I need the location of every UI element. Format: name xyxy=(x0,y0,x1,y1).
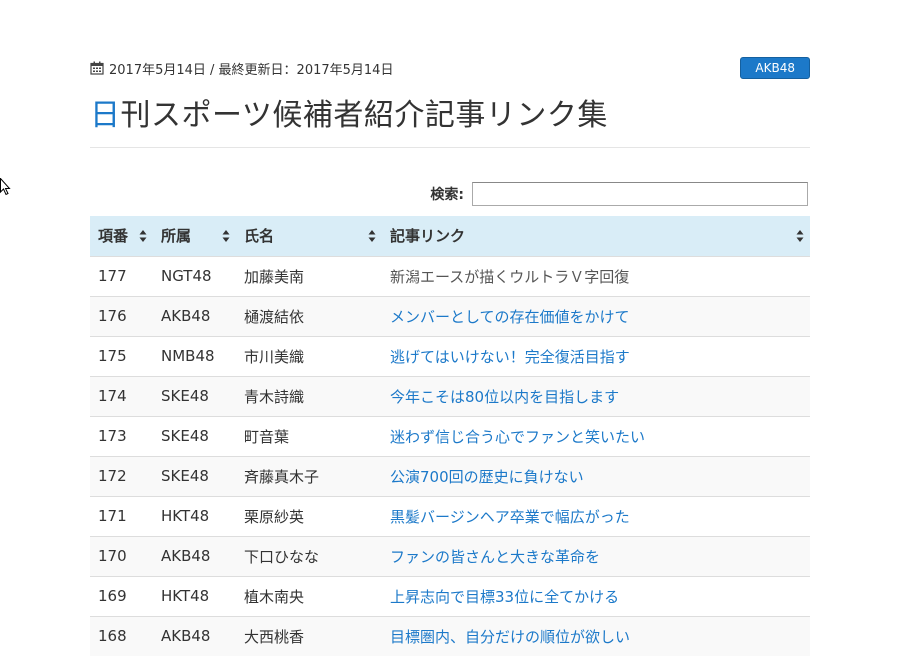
cell-no: 170 xyxy=(98,547,127,565)
article-link[interactable]: 今年こそは80位以内を目指します xyxy=(390,388,619,406)
table-row: 171 HKT48 栗原紗英 黒髪バージンヘア卒業で幅広がった xyxy=(90,496,810,536)
article-link[interactable]: 上昇志向で目標33位に全てかける xyxy=(390,588,619,606)
cell-name: 加藤美南 xyxy=(244,267,305,286)
category-tag-akb48[interactable]: AKB48 xyxy=(740,57,810,79)
article-link[interactable]: 新潟エースが描くウルトラＶ字回復 xyxy=(390,268,629,286)
table-row: 176 AKB48 樋渡結依 メンバーとしての存在価値をかけて xyxy=(90,296,810,336)
sort-icon xyxy=(222,230,230,242)
cell-no: 172 xyxy=(98,467,127,485)
article-link[interactable]: ファンの皆さんと大きな革命を xyxy=(390,548,600,566)
cell-no: 176 xyxy=(98,307,127,325)
table-row: 172 SKE48 斉藤真木子 公演700回の歴史に負けない xyxy=(90,456,810,496)
table-row: 173 SKE48 町音葉 迷わず信じ合う心でファンと笑いたい xyxy=(90,416,810,456)
cell-no: 173 xyxy=(98,427,127,445)
cell-link: 目標圏内、自分だけの順位が欲しい xyxy=(382,616,810,656)
cell-group: SKE48 xyxy=(161,387,209,405)
cell-name: 市川美織 xyxy=(244,347,305,366)
table-row: 169 HKT48 植木南央 上昇志向で目標33位に全てかける xyxy=(90,576,810,616)
page-title: 日刊スポーツ候補者紹介記事リンク集 xyxy=(90,90,608,134)
cell-link: 逃げてはいけない！完全復活目指す xyxy=(382,336,810,376)
cell-group: AKB48 xyxy=(161,547,211,565)
cell-name: 栗原紗英 xyxy=(244,507,305,526)
article-link[interactable]: 公演700回の歴史に負けない xyxy=(390,468,584,486)
cell-no: 169 xyxy=(98,587,127,605)
table-row: 168 AKB48 大西桃香 目標圏内、自分だけの順位が欲しい xyxy=(90,616,810,656)
table-row: 174 SKE48 青木詩織 今年こそは80位以内を目指します xyxy=(90,376,810,416)
cell-name: 青木詩織 xyxy=(244,387,305,406)
cell-group: HKT48 xyxy=(161,587,210,605)
post-meta-row: 2017年5月14日 / 最終更新日：2017年5月14日 AKB48 xyxy=(90,57,810,79)
column-header-no[interactable]: 項番 xyxy=(90,216,153,256)
article-link[interactable]: 黒髪バージンヘア卒業で幅広がった xyxy=(390,508,630,526)
sort-icon xyxy=(796,230,804,242)
title-divider xyxy=(90,147,810,148)
cell-name: 下口ひなな xyxy=(244,547,320,566)
table-row: 177 NGT48 加藤美南 新潟エースが描くウルトラＶ字回復 xyxy=(90,256,810,296)
cell-link: 公演700回の歴史に負けない xyxy=(382,456,810,496)
page-title-rest: 刊スポーツ候補者紹介記事リンク集 xyxy=(120,98,608,133)
cell-name: 斉藤真木子 xyxy=(244,467,320,486)
page-title-first-char: 日 xyxy=(90,98,121,133)
calendar-icon xyxy=(90,61,104,75)
cell-no: 177 xyxy=(98,267,127,285)
article-link[interactable]: メンバーとしての存在価値をかけて xyxy=(390,308,630,326)
post-date-text: 2017年5月14日 / 最終更新日：2017年5月14日 xyxy=(109,62,394,78)
cell-name: 大西桃香 xyxy=(244,627,305,646)
search-input[interactable] xyxy=(472,182,808,206)
column-header-link[interactable]: 記事リンク xyxy=(382,216,810,256)
article-link-table: 項番 所属 氏名 記事リンク 177 NGT48 加藤美南 新潟エースが描くウルトラＶ… xyxy=(90,216,810,656)
article-link[interactable]: 目標圏内、自分だけの順位が欲しい xyxy=(390,628,630,646)
post-date: 2017年5月14日 / 最終更新日：2017年5月14日 xyxy=(90,59,393,78)
cell-link: 迷わず信じ合う心でファンと笑いたい xyxy=(382,416,810,456)
search-label: 検索: xyxy=(430,187,464,203)
column-header-name[interactable]: 氏名 xyxy=(236,216,382,256)
sort-icon xyxy=(139,230,147,242)
cell-no: 174 xyxy=(98,387,127,405)
table-row: 170 AKB48 下口ひなな ファンの皆さんと大きな革命を xyxy=(90,536,810,576)
cell-group: AKB48 xyxy=(161,307,211,325)
cell-name: 町音葉 xyxy=(244,427,290,446)
cell-group: SKE48 xyxy=(161,467,209,485)
cell-group: NGT48 xyxy=(161,267,212,285)
column-header-group[interactable]: 所属 xyxy=(153,216,236,256)
table-row: 175 NMB48 市川美織 逃げてはいけない！完全復活目指す xyxy=(90,336,810,376)
cell-no: 171 xyxy=(98,507,127,525)
article-link[interactable]: 逃げてはいけない！完全復活目指す xyxy=(390,348,630,366)
cell-name: 植木南央 xyxy=(244,587,305,606)
cell-link: 黒髪バージンヘア卒業で幅広がった xyxy=(382,496,810,536)
cell-no: 175 xyxy=(98,347,127,365)
cell-link: メンバーとしての存在価値をかけて xyxy=(382,296,810,336)
table-header-row: 項番 所属 氏名 記事リンク xyxy=(90,216,810,256)
cell-no: 168 xyxy=(98,627,127,646)
article-link[interactable]: 迷わず信じ合う心でファンと笑いたい xyxy=(390,428,645,446)
cell-name: 樋渡結依 xyxy=(244,307,305,326)
cell-group: NMB48 xyxy=(161,347,215,365)
cell-link: ファンの皆さんと大きな革命を xyxy=(382,536,810,576)
cell-group: AKB48 xyxy=(161,627,211,646)
mouse-cursor-icon xyxy=(0,178,11,196)
cell-group: SKE48 xyxy=(161,427,209,445)
sort-icon xyxy=(368,230,376,242)
table-search: 検索: xyxy=(430,182,808,206)
cell-group: HKT48 xyxy=(161,507,210,525)
cell-link: 新潟エースが描くウルトラＶ字回復 xyxy=(382,256,810,296)
cell-link: 上昇志向で目標33位に全てかける xyxy=(382,576,810,616)
cell-link: 今年こそは80位以内を目指します xyxy=(382,376,810,416)
